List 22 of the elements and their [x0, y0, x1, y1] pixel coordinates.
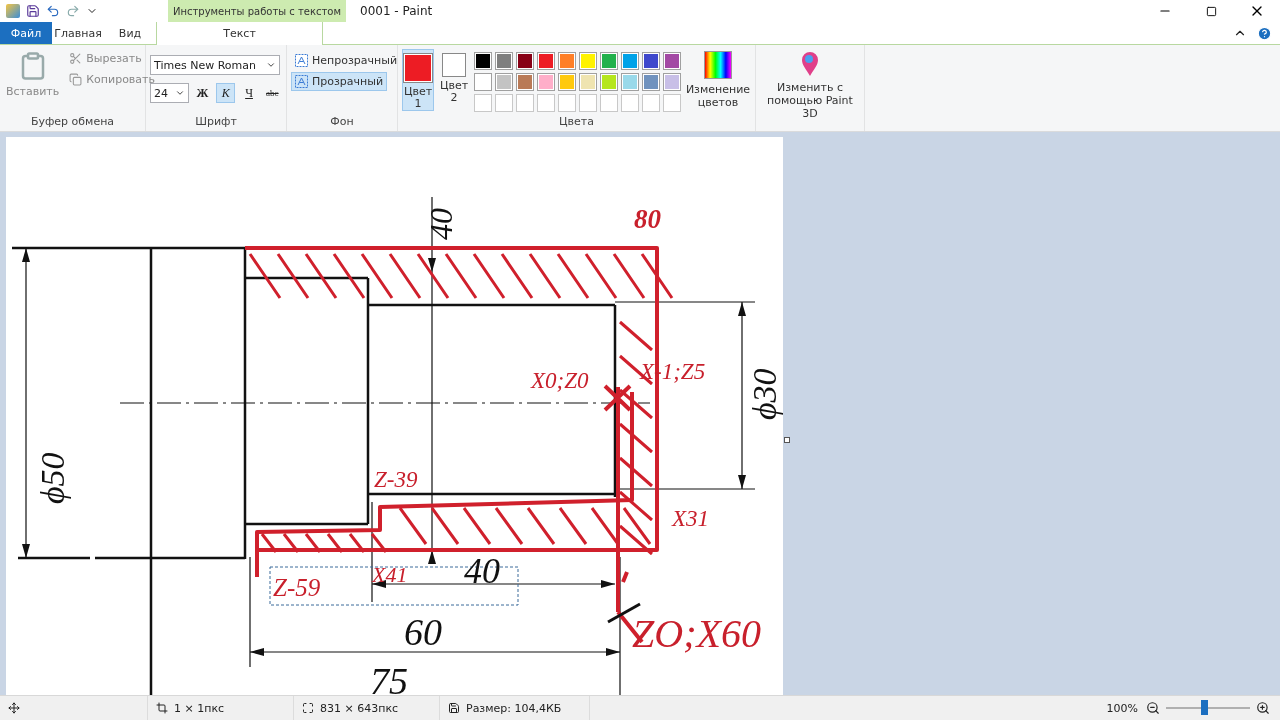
dimension-label: 40	[464, 551, 500, 591]
group-label: Цвета	[558, 115, 595, 130]
dimension-label: 75	[370, 660, 408, 695]
window-title: 0001 - Paint	[359, 3, 434, 20]
coordinate-label: ZO;X60	[632, 611, 761, 656]
dimension-label: ϕ50	[34, 452, 71, 504]
group-label: Буфер обмена	[29, 115, 116, 130]
image-size: 831 × 643пкс	[320, 701, 399, 715]
coordinate-label: X31	[672, 506, 710, 531]
file-size: Размер: 104,4КБ	[466, 701, 562, 715]
coordinate-label: Z-59	[273, 574, 321, 601]
group-label: Шрифт	[194, 115, 238, 130]
dimension-label: 60	[404, 611, 442, 653]
dimension-label: ϕ30	[746, 368, 783, 420]
zoom-percent: 100%	[1106, 701, 1138, 715]
coordinate-label: 80	[634, 204, 661, 234]
coordinate-label: Z-39	[374, 467, 418, 492]
dimension-label: 40	[423, 208, 459, 240]
group-label: Фон	[329, 115, 355, 130]
coordinate-label: X0;Z0	[531, 368, 589, 393]
context-group-label: Инструменты работы с текстом	[168, 0, 346, 22]
selection-size: 1 × 1пкс	[174, 701, 225, 715]
